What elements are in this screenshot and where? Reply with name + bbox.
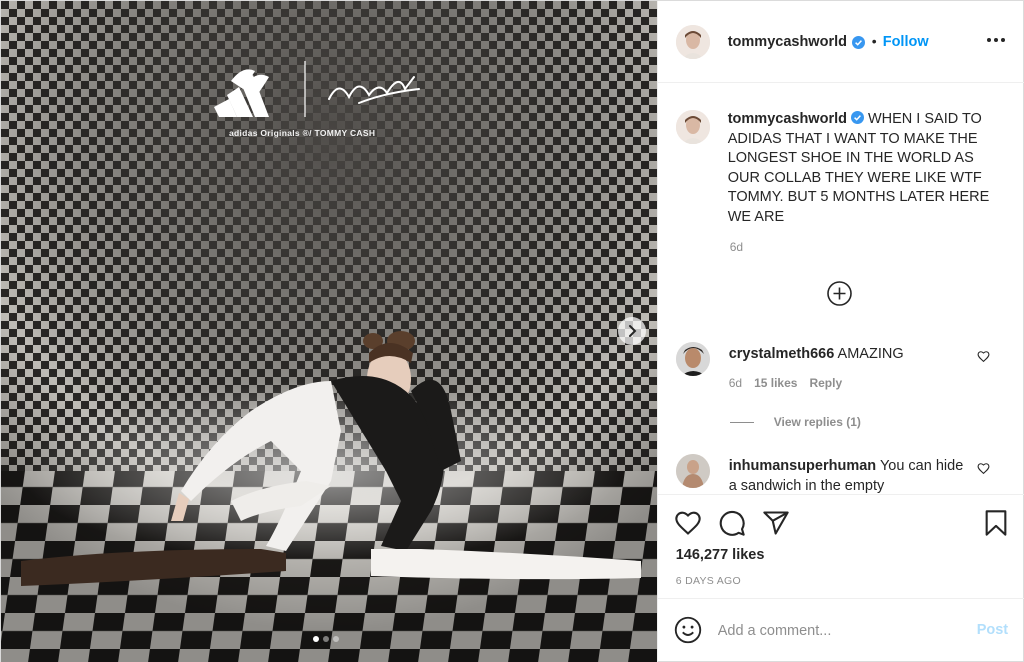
post-image[interactable]: adidas Originals ®/ TOMMY CASH bbox=[1, 1, 657, 662]
avatar-image bbox=[675, 342, 710, 376]
caption-body: WHEN I SAID TO ADIDAS THAT I WANT TO MAK… bbox=[727, 111, 990, 225]
follow-button[interactable]: Follow bbox=[883, 34, 929, 50]
heart-icon[interactable] bbox=[674, 509, 702, 537]
avatar-image bbox=[675, 454, 710, 488]
author-avatar[interactable] bbox=[675, 25, 710, 59]
carousel-dot-2 bbox=[323, 636, 329, 642]
comment-composer: Post bbox=[657, 598, 1024, 662]
avatar-image bbox=[675, 25, 710, 59]
caption-timestamp[interactable]: 6d bbox=[730, 240, 743, 254]
carousel-dot-1 bbox=[313, 636, 319, 642]
author-username[interactable]: tommycashworld bbox=[728, 34, 847, 50]
post-header: tommycashworld • Follow bbox=[657, 1, 1024, 83]
verified-icon bbox=[850, 111, 864, 124]
brand-caption: adidas Originals ®/ TOMMY CASH bbox=[229, 128, 376, 138]
more-icon bbox=[986, 38, 991, 42]
post-comment-button[interactable]: Post bbox=[977, 622, 1008, 638]
caption-avatar[interactable] bbox=[675, 110, 710, 144]
post-side-panel: tommycashworld • Follow tommycashworld W… bbox=[656, 1, 1024, 662]
comment-likes[interactable]: 15 likes bbox=[754, 376, 797, 390]
instagram-post: adidas Originals ®/ TOMMY CASH tommycash… bbox=[0, 0, 1024, 662]
carousel-indicator bbox=[313, 636, 339, 642]
plus-circle-icon[interactable] bbox=[826, 280, 853, 307]
emoji-icon[interactable] bbox=[674, 616, 702, 644]
heart-icon[interactable] bbox=[977, 350, 990, 363]
comment-input[interactable] bbox=[717, 619, 968, 643]
verified-icon bbox=[851, 36, 865, 49]
caption-username[interactable]: tommycashworld bbox=[728, 111, 847, 127]
carousel-dot-3 bbox=[333, 636, 339, 642]
comment-text: inhumansuperhuman You can hide a sandwic… bbox=[729, 456, 975, 494]
comment-username[interactable]: inhumansuperhuman bbox=[729, 458, 876, 474]
reply-button[interactable]: Reply bbox=[809, 376, 842, 390]
comment-meta: 6d 15 likes Reply bbox=[729, 376, 842, 390]
view-replies-label: View replies (1) bbox=[773, 415, 861, 429]
comments-list[interactable]: tommycashworld WHEN I SAID TO ADIDAS THAT… bbox=[658, 84, 1024, 494]
caption-text: tommycashworld WHEN I SAID TO ADIDAS THAT… bbox=[728, 110, 996, 227]
comment-body: AMAZING bbox=[837, 346, 904, 362]
comment-username[interactable]: crystalmeth666 bbox=[729, 346, 835, 362]
share-icon[interactable] bbox=[762, 509, 790, 537]
chevron-right-icon bbox=[629, 325, 637, 337]
commenter-avatar[interactable] bbox=[675, 342, 710, 376]
comment-item: crystalmeth666 AMAZING 6d 15 likes Reply bbox=[675, 342, 1016, 402]
separator-bullet: • bbox=[871, 33, 877, 49]
comment-time[interactable]: 6d bbox=[729, 376, 742, 390]
comment-icon[interactable] bbox=[718, 509, 746, 537]
likes-count[interactable]: 146,277 likes bbox=[676, 547, 765, 563]
comment-item: inhumansuperhuman You can hide a sandwic… bbox=[675, 454, 1016, 494]
comment-text: crystalmeth666 AMAZING bbox=[729, 344, 975, 364]
avatar-image bbox=[675, 110, 710, 144]
post-date[interactable]: 6 DAYS AGO bbox=[676, 575, 741, 587]
bookmark-icon[interactable] bbox=[982, 509, 1010, 537]
post-actions: 146,277 likes 6 DAYS AGO bbox=[657, 494, 1024, 598]
heart-icon[interactable] bbox=[977, 462, 990, 475]
replies-divider bbox=[729, 421, 754, 423]
view-replies-button[interactable]: View replies (1) bbox=[729, 415, 861, 429]
more-options-button[interactable] bbox=[986, 32, 1009, 48]
carousel-next-button[interactable] bbox=[618, 317, 646, 345]
commenter-avatar[interactable] bbox=[675, 454, 710, 488]
